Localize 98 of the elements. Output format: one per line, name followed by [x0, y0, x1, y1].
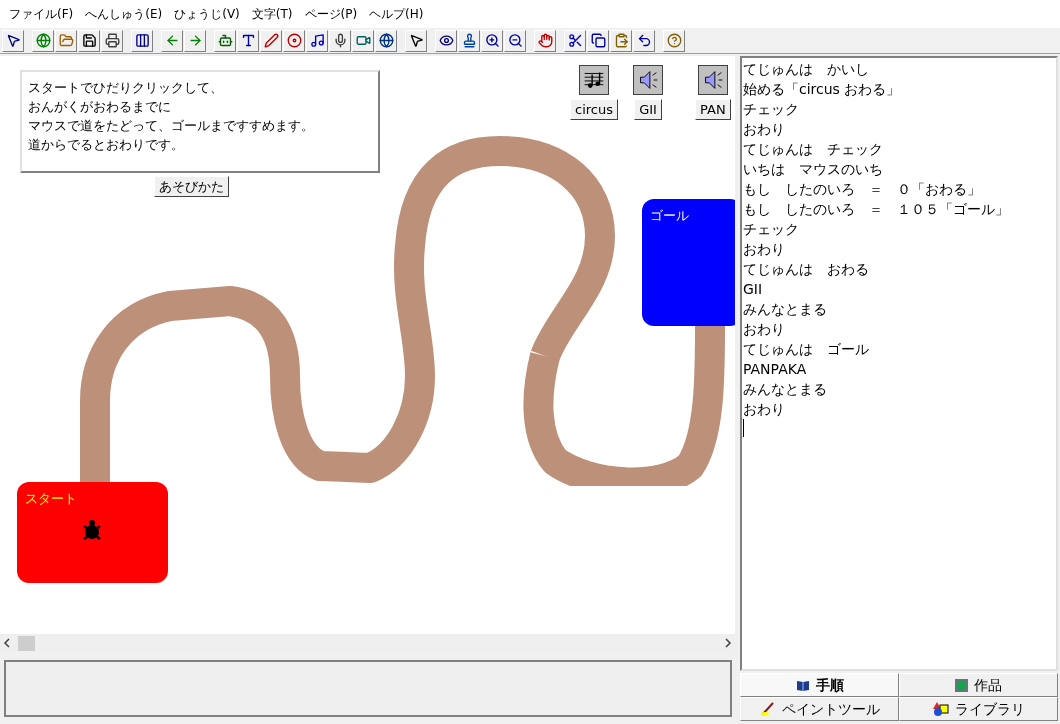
menu-item[interactable]: ひょうじ(V): [169, 5, 245, 23]
toolbar-button[interactable]: [260, 29, 282, 52]
scroll-right-icon[interactable]: [724, 638, 732, 648]
menu-item[interactable]: ファイル(F): [4, 5, 79, 23]
save-icon: [81, 33, 97, 48]
instruction-line: 道からでるとおわりです。: [28, 136, 185, 154]
scroll-thumb[interactable]: [18, 635, 35, 651]
toolbar-button[interactable]: [587, 29, 609, 52]
undo-icon: [636, 33, 652, 48]
script-line: チェック: [743, 220, 800, 239]
script-editor[interactable]: てじゅんは かいし 始める「circus おわる」 チェック おわり てじゅんは チェック いちは マウスのいち もし したのいろ ＝ ０「おわる」 もし したのいろ ＝ １０５「ゴール」 チェック おわり てじゅんは おわる GII みんなとまる おわり てじゅんは ゴール PANPAKA みんなとまる おわり: [740, 56, 1058, 671]
menu-item[interactable]: ページ(P): [299, 5, 363, 23]
right-arrow-icon: [187, 33, 203, 48]
turtle-icon: [82, 519, 102, 541]
script-line: GII: [743, 280, 764, 299]
instruction-line: マウスで道をたどって、ゴールまですすめます。: [28, 117, 315, 135]
script-line: チェック: [743, 100, 800, 119]
instruction-line: おんがくがおわるまでに: [28, 98, 172, 116]
toolbar-button[interactable]: [633, 29, 655, 52]
script-line: おわり: [743, 240, 786, 259]
toolbar-button[interactable]: [534, 29, 556, 52]
toolbar-button[interactable]: [237, 29, 259, 52]
help-icon: [666, 33, 682, 48]
tab[interactable]: 作品: [899, 673, 1058, 697]
disc-icon: [286, 33, 302, 48]
zoom-in-icon: [484, 33, 500, 48]
columns-icon: [134, 33, 150, 48]
script-line: 始める「circus おわる」: [743, 80, 902, 99]
printer-icon: [104, 33, 120, 48]
zoom-out-icon: [507, 33, 523, 48]
select-icon: [5, 33, 21, 48]
menu-item[interactable]: 文字(T): [246, 5, 298, 23]
script-line: PANPAKA: [743, 360, 808, 379]
toolbar-button[interactable]: [435, 29, 457, 52]
how-to-play-button[interactable]: あそびかた: [154, 176, 229, 197]
toolbar-button[interactable]: [2, 29, 24, 52]
toolbar-button[interactable]: [283, 29, 305, 52]
toolbar-button[interactable]: [481, 29, 503, 52]
menu-item[interactable]: ヘルプ(H): [364, 5, 429, 23]
globe-icon: [378, 33, 394, 48]
tab[interactable]: ペイントツール: [740, 697, 899, 721]
scroll-left-icon[interactable]: [3, 638, 11, 648]
instruction-line: スタートでひだりクリックして、: [28, 79, 224, 97]
brush-icon: [759, 702, 776, 716]
script-line: いちは マウスのいち: [743, 160, 884, 179]
book-icon: [795, 679, 810, 691]
area-label: スタート: [25, 491, 77, 506]
globe-icon: [35, 33, 51, 48]
pen-icon: [263, 33, 279, 48]
sound-label[interactable]: GII: [634, 99, 662, 120]
microphone-icon: [332, 33, 348, 48]
eye-icon: [438, 33, 454, 48]
stamp-icon: [461, 33, 477, 48]
music-icon: [309, 33, 325, 48]
toolbar-button[interactable]: [131, 29, 153, 52]
script-line: もし したのいろ ＝ １０５「ゴール」: [743, 200, 1010, 219]
toolbar-button[interactable]: [78, 29, 100, 52]
script-line: てじゅんは おわる: [743, 260, 870, 279]
paste-icon: [613, 33, 629, 48]
script-line: おわり: [743, 400, 786, 419]
speaker-icon[interactable]: [697, 65, 728, 95]
toolbar-button[interactable]: [504, 29, 526, 52]
sound-label[interactable]: PAN: [695, 99, 731, 120]
pointer-icon: [408, 33, 424, 48]
script-line: てじゅんは ゴール: [743, 340, 870, 359]
stop-hand-icon: [537, 33, 553, 48]
globe-icon: [955, 678, 968, 692]
copy-icon: [590, 33, 606, 48]
toolbar-button[interactable]: [214, 29, 236, 52]
character-icon: [217, 33, 233, 48]
sound-label[interactable]: circus: [570, 99, 618, 120]
toolbar-button[interactable]: [329, 29, 351, 52]
toolbar-button[interactable]: [458, 29, 480, 52]
script-line: みんなとまる: [743, 300, 828, 319]
speaker-icon[interactable]: [633, 65, 663, 95]
tab[interactable]: ライブラリ: [899, 697, 1058, 721]
script-line: てじゅんは チェック: [743, 140, 884, 159]
video-camera-icon: [355, 33, 371, 48]
toolbar-button[interactable]: [375, 29, 397, 52]
menu-item[interactable]: へんしゅう(E): [80, 5, 168, 23]
text-icon: [240, 33, 256, 48]
text-cursor: [743, 419, 744, 437]
toolbar-button[interactable]: [101, 29, 123, 52]
toolbar-button[interactable]: [405, 29, 427, 52]
toolbar-button[interactable]: [306, 29, 328, 52]
script-line: てじゅんは かいし: [743, 60, 870, 79]
tab[interactable]: 手順: [740, 673, 899, 697]
toolbar-button[interactable]: [564, 29, 586, 52]
area-label: ゴール: [650, 208, 689, 223]
script-line: おわり: [743, 320, 786, 339]
toolbar-button[interactable]: [352, 29, 374, 52]
script-line: おわり: [743, 120, 786, 139]
shapes-icon: [932, 702, 949, 716]
script-line: もし したのいろ ＝ ０「おわる」: [743, 180, 982, 199]
music-score-icon[interactable]: [579, 65, 609, 95]
folder-icon: [58, 33, 74, 48]
scissors-icon: [567, 33, 583, 48]
script-line: みんなとまる: [743, 380, 828, 399]
